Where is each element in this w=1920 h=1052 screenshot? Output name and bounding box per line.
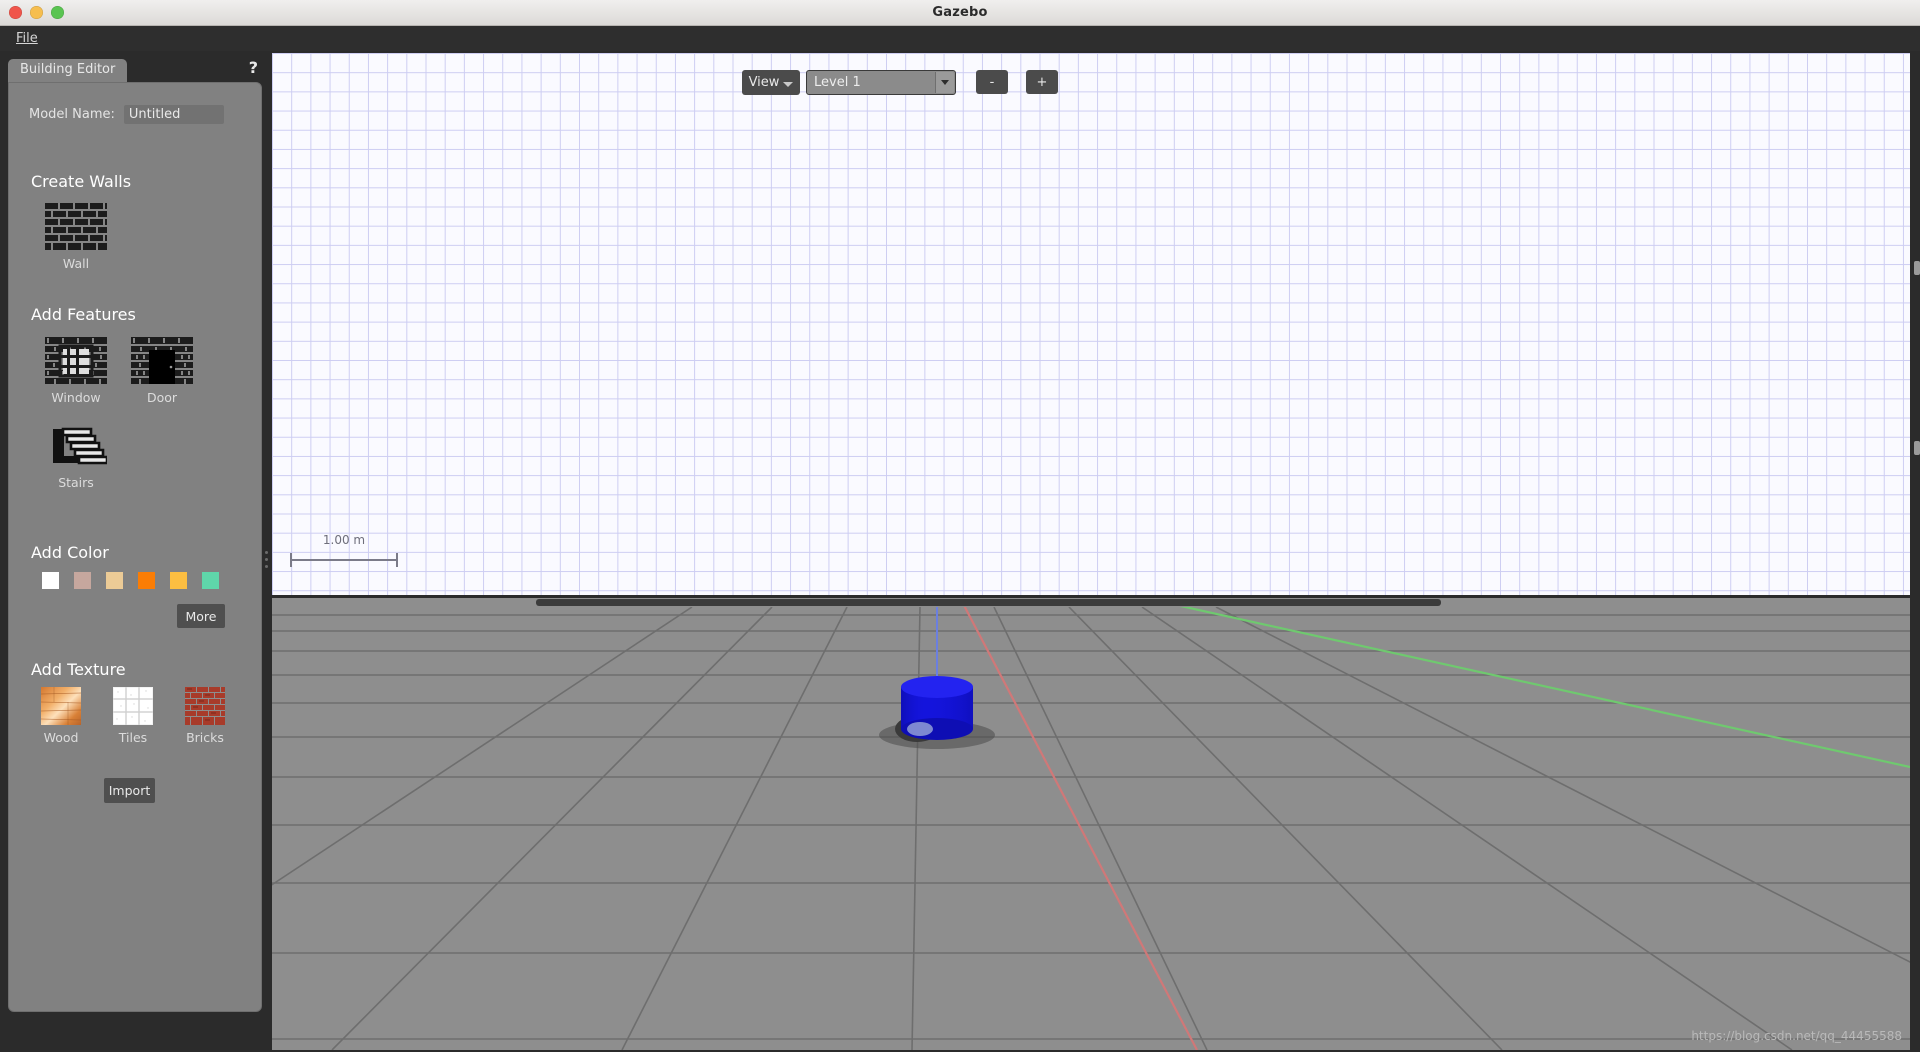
import-texture-label: Import [108, 783, 151, 798]
menu-bar: File [0, 26, 1920, 51]
tab-building-editor[interactable]: Building Editor [8, 59, 128, 83]
texture-tiles-label: Tiles [118, 730, 148, 745]
menu-item-file-label: File [16, 31, 38, 46]
scene-3d [272, 607, 1910, 1050]
section-title-add-color: Add Color [31, 543, 109, 562]
tool-stairs[interactable]: Stairs [45, 423, 107, 490]
more-colors-label: More [185, 608, 217, 624]
brick-window-icon [45, 337, 107, 384]
color-swatch-white[interactable] [42, 572, 59, 589]
model-name-input[interactable] [123, 105, 224, 124]
brick-door-icon [131, 337, 193, 384]
right-edge-handle-bottom[interactable] [1914, 441, 1920, 455]
color-swatch-mint[interactable] [202, 572, 219, 589]
robot-top [901, 676, 973, 698]
color-swatch-orange[interactable] [138, 572, 155, 589]
render-viewport-3d[interactable]: https://blog.csdn.net/qq_44455588 [272, 607, 1910, 1050]
section-title-add-features: Add Features [31, 305, 136, 324]
help-icon[interactable]: ? [249, 58, 258, 77]
view-menu-button[interactable]: View [742, 70, 800, 95]
tool-wall-label: Wall [62, 256, 90, 271]
scale-bar-label: 1.00 m [322, 533, 366, 547]
horizontal-scrollbar-thumb[interactable] [536, 599, 1441, 606]
texture-bricks[interactable]: Bricks [185, 687, 225, 745]
level-down-label: - [989, 74, 995, 90]
color-swatch-row [42, 572, 219, 589]
scale-bar-graphic [290, 553, 398, 567]
texture-wood-label: Wood [43, 730, 79, 745]
level-select-arrow[interactable] [935, 72, 954, 93]
tool-door[interactable]: Door [131, 337, 193, 405]
gazebo-window: Gazebo File Building Editor ? Model Name… [0, 0, 1920, 1052]
tool-door-label: Door [146, 390, 178, 405]
horizontal-scrollbar[interactable] [272, 598, 1910, 607]
level-select[interactable]: Level 1 [806, 70, 956, 95]
section-title-add-texture: Add Texture [31, 660, 126, 679]
view-menu-label: View [748, 75, 780, 90]
import-texture-button[interactable]: Import [104, 778, 155, 803]
window-title: Gazebo [932, 5, 988, 20]
color-swatch-rose[interactable] [74, 572, 91, 589]
stairs-icon [53, 427, 107, 465]
brick-wall-icon [45, 203, 107, 250]
color-swatch-tan[interactable] [106, 572, 123, 589]
model-name-label: Model Name: [29, 107, 115, 122]
tool-window[interactable]: Window [45, 337, 107, 405]
building-editor-canvas[interactable]: View Level 1 - + 1.00 m [272, 53, 1910, 595]
level-up-label: + [1036, 74, 1048, 90]
more-colors-button[interactable]: More [177, 604, 225, 628]
building-editor-panel: Model Name: Create Walls [8, 82, 262, 1012]
title-bar: Gazebo [0, 0, 1920, 26]
chevron-down-icon [783, 82, 793, 87]
right-edge-handle-top[interactable] [1914, 261, 1920, 275]
level-up-button[interactable]: + [1026, 70, 1058, 94]
menu-item-file[interactable]: File [12, 30, 42, 47]
bricks-texture-icon [185, 687, 225, 725]
tiles-texture-icon [113, 687, 153, 725]
section-title-create-walls: Create Walls [31, 172, 132, 191]
texture-tiles[interactable]: Tiles [113, 687, 153, 745]
model-name-row: Model Name: [29, 105, 224, 124]
scale-bar: 1.00 m [290, 533, 398, 567]
wood-texture-icon [41, 687, 81, 725]
main-area: View Level 1 - + 1.00 m https://blog.csd… [270, 51, 1920, 1052]
tool-window-label: Window [51, 390, 101, 405]
chevron-down-icon [941, 80, 949, 85]
tool-stairs-label: Stairs [58, 475, 94, 490]
tab-building-editor-label: Building Editor [20, 62, 116, 77]
texture-bricks-label: Bricks [186, 730, 224, 745]
texture-wood[interactable]: Wood [41, 687, 81, 745]
left-dock: Building Editor ? Model Name: Create Wal… [0, 51, 268, 1052]
texture-swatch-row: Wood Tiles Bricks [41, 687, 225, 745]
level-select-value: Level 1 [814, 75, 861, 90]
level-down-button[interactable]: - [976, 70, 1008, 94]
watermark-text: https://blog.csdn.net/qq_44455588 [1691, 1029, 1902, 1043]
color-swatch-amber[interactable] [170, 572, 187, 589]
tool-wall[interactable]: Wall [45, 203, 107, 271]
